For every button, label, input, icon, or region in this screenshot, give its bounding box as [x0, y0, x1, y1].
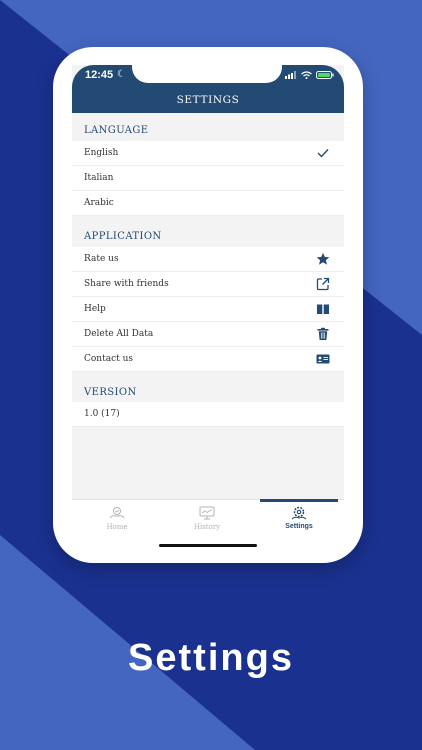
delete-all-data-row[interactable]: Delete All Data [72, 322, 344, 347]
contact-us-row[interactable]: Contact us [72, 347, 344, 372]
contact-card-icon [316, 354, 330, 364]
external-link-icon [316, 277, 330, 291]
star-icon [316, 252, 330, 265]
version-value: 1.0 (17) [84, 409, 120, 419]
tab-history[interactable]: History [162, 500, 252, 540]
section-header-application: APPLICATION [84, 231, 162, 242]
tab-home[interactable]: Home [72, 500, 162, 540]
section-header-language: LANGUAGE [84, 125, 149, 136]
signal-icon [285, 71, 296, 79]
settings-icon [291, 506, 307, 520]
wifi-icon [301, 71, 312, 79]
promo-caption: Settings [128, 637, 294, 679]
checkmark-icon [317, 149, 329, 158]
home-icon [109, 507, 125, 519]
home-indicator [159, 544, 257, 547]
tab-settings[interactable]: Settings [254, 500, 344, 540]
app-header: 12:45 ☾ SETTINGS [72, 65, 344, 113]
rate-us-row[interactable]: Rate us [72, 247, 344, 272]
page-title: SETTINGS [176, 94, 240, 106]
status-time: 12:45 [85, 69, 114, 81]
tab-bar: Home History Settings [72, 499, 344, 551]
trash-icon [317, 327, 329, 340]
book-icon [317, 304, 329, 314]
share-with-friends-row[interactable]: Share with friends [72, 272, 344, 297]
status-icons [285, 71, 334, 79]
section-header-version: VERSION [84, 387, 137, 398]
version-row: 1.0 (17) [72, 402, 344, 427]
moon-icon: ☾ [117, 69, 126, 80]
phone-notch [132, 65, 282, 83]
history-icon [199, 506, 215, 520]
language-option-english[interactable]: English [72, 141, 344, 166]
language-option-arabic[interactable]: Arabic [72, 191, 344, 216]
help-row[interactable]: Help [72, 297, 344, 322]
battery-icon [316, 71, 334, 79]
app-screen: 12:45 ☾ SETTINGS LANGUAGE English Italia… [72, 65, 344, 551]
language-option-italian[interactable]: Italian [72, 166, 344, 191]
